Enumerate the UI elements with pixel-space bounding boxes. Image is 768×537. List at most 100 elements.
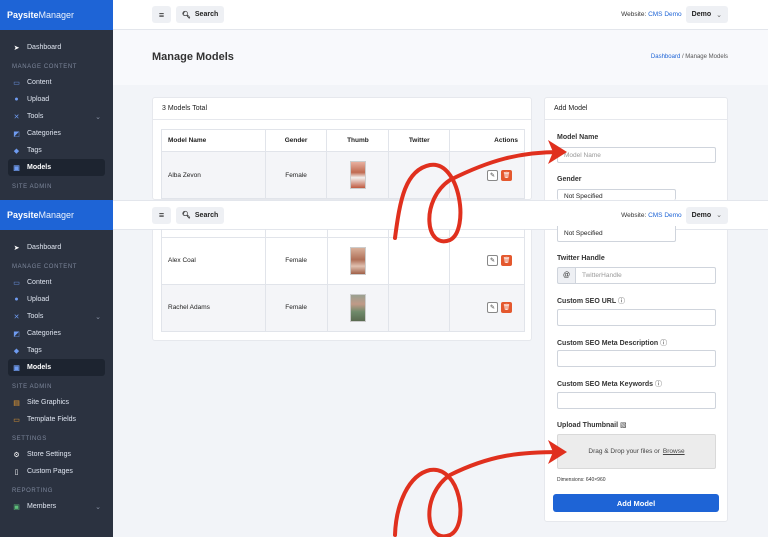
chevron-down-icon: ⌄ — [95, 313, 101, 321]
sidebar-item-dashboard[interactable]: ➤ Dashboard — [8, 39, 105, 56]
hamburger-icon: ≡ — [158, 210, 165, 220]
sidebar-item-content[interactable]: ▭ Content — [8, 74, 105, 91]
tag-icon: ◆ — [13, 347, 20, 355]
brand-logo[interactable]: Paysite Manager — [0, 200, 113, 230]
sidebar-item-categories[interactable]: ◩ Categories — [8, 125, 105, 142]
model-thumbnail[interactable] — [349, 246, 366, 275]
help-icon[interactable]: ⓘ — [660, 340, 667, 347]
file-icon: ▤ — [13, 399, 20, 407]
page-icon: ▯ — [14, 468, 19, 476]
edit-button[interactable]: ✎ — [487, 302, 498, 313]
search-button[interactable]: 🔍︎ Search — [176, 206, 225, 224]
sidebar-item-tools[interactable]: ✕ Tools ⌄ — [8, 108, 105, 125]
sidebar: Paysite Manager ➤ Dashboard MANAGE CONTENT… — [0, 200, 113, 537]
brand-logo[interactable]: Paysite Manager — [0, 0, 113, 30]
gender-select[interactable]: Not Specified — [557, 189, 676, 200]
edit-button[interactable]: ✎ — [487, 255, 498, 266]
col-twitter[interactable]: Twitter — [388, 129, 451, 152]
sidebar-item-store-settings[interactable]: ⚙ Store Settings — [8, 446, 105, 463]
table-row[interactable]: Alba Zevon Female ✎ 🗑︎ — [161, 151, 525, 199]
top-bar: ≡ 🔍︎ Search Website: CMS Demo Demo ⌄ — [113, 0, 768, 30]
delete-button[interactable]: 🗑︎ — [501, 302, 512, 313]
model-name-label: Model Name — [557, 134, 599, 141]
seo-description-input[interactable] — [557, 350, 716, 367]
upload-thumbnail-label: Upload Thumbnail ▧ — [557, 422, 627, 429]
pencil-icon: ✎ — [489, 172, 496, 179]
image-icon: ▭ — [13, 79, 20, 87]
model-name: Alba Zevon — [161, 151, 266, 199]
browse-link[interactable]: Browse — [663, 448, 685, 455]
trash-icon: 🗑︎ — [502, 305, 511, 311]
model-twitter — [388, 236, 451, 285]
chevron-down-icon: ⌄ — [716, 212, 722, 219]
model-twitter — [388, 151, 451, 199]
tag-icon: ◆ — [13, 147, 20, 155]
gear-icon: ⚙ — [13, 451, 20, 459]
twitter-handle-input[interactable]: TwitterHandle — [575, 267, 716, 284]
upload-icon: ● — [14, 296, 19, 303]
dimensions-hint: Dimensions: 640×960 — [557, 477, 606, 483]
account-dropdown[interactable]: Demo ⌄ — [685, 6, 728, 23]
categories-icon: ◩ — [13, 330, 20, 338]
table-header: Model Name Gender Thumb Twitter Actions — [161, 129, 525, 152]
delete-button[interactable]: 🗑︎ — [501, 169, 512, 181]
sidebar-item-tools[interactable]: ✕ Tools ⌄ — [8, 308, 105, 325]
section-heading: SITE ADMIN — [12, 184, 53, 190]
model-name-input[interactable]: Model Name — [557, 147, 716, 163]
navigation-arrow-icon: ➤ — [13, 244, 20, 252]
model-thumbnail[interactable] — [349, 161, 366, 189]
help-icon[interactable]: ⓘ — [655, 381, 662, 388]
sidebar-item-models[interactable]: ▣ Models — [8, 159, 105, 176]
members-icon: ▣ — [13, 503, 20, 511]
breadcrumb-dashboard[interactable]: Dashboard — [651, 54, 680, 60]
seo-description-label: Custom SEO Meta Description ⓘ — [557, 340, 668, 347]
col-gender[interactable]: Gender — [264, 129, 328, 152]
sidebar-item-members[interactable]: ▣ Members ⌄ — [8, 498, 105, 515]
sidebar-item-upload[interactable]: ● Upload — [8, 91, 105, 108]
add-model-button[interactable]: Add Model — [553, 494, 719, 512]
hamburger-icon: ≡ — [158, 9, 165, 20]
website-link[interactable]: CMS Demo — [648, 212, 682, 219]
sidebar-item-categories[interactable]: ◩ Categories — [8, 325, 105, 342]
sidebar-item-template-fields[interactable]: ▭ Template Fields — [8, 411, 105, 428]
seo-url-input[interactable] — [557, 309, 716, 326]
twitter-at-prefix: @ — [557, 267, 575, 284]
tools-icon: ✕ — [13, 313, 20, 321]
sidebar-item-tags[interactable]: ◆ Tags — [8, 142, 105, 159]
navigation-arrow-icon: ➤ — [13, 44, 20, 52]
sidebar-top-capture: Paysite Manager ➤ Dashboard MANAGE CONTENT… — [0, 0, 113, 200]
trash-icon: 🗑︎ — [502, 172, 511, 179]
chevron-down-icon: ⌄ — [95, 113, 101, 121]
delete-button[interactable]: 🗑︎ — [501, 255, 512, 266]
gender-select-continued[interactable]: Not Specified — [557, 226, 676, 242]
sidebar-item-dashboard[interactable]: ➤ Dashboard — [8, 239, 105, 256]
table-row[interactable]: Alex Coal Female ✎ 🗑︎ — [161, 236, 525, 285]
section-heading: SITE ADMIN — [12, 384, 53, 390]
search-icon: 🔍︎ — [182, 11, 191, 19]
model-thumbnail[interactable] — [349, 293, 366, 322]
sidebar-item-models[interactable]: ▣ Models — [8, 359, 105, 376]
chevron-down-icon: ⌄ — [95, 503, 101, 511]
sidebar-item-site-graphics[interactable]: ▤ Site Graphics — [8, 394, 105, 411]
models-table: Model Name Gender Thumb Twitter Actions … — [161, 129, 525, 199]
sidebar-item-upload[interactable]: ● Upload — [8, 291, 105, 308]
website-link[interactable]: CMS Demo — [648, 11, 682, 18]
sidebar-item-content[interactable]: ▭ Content — [8, 274, 105, 291]
search-icon: 🔍︎ — [182, 212, 191, 219]
menu-toggle-button[interactable]: ≡ — [152, 206, 171, 224]
help-icon[interactable]: ⓘ — [618, 298, 625, 305]
col-model-name[interactable]: Model Name — [161, 129, 266, 152]
edit-button[interactable]: ✎ — [487, 169, 498, 181]
menu-toggle-button[interactable]: ≡ — [152, 6, 171, 23]
page-title: Manage Models — [152, 51, 234, 63]
search-button[interactable]: 🔍︎ Search — [176, 6, 225, 23]
upload-dropzone[interactable]: Drag & Drop your files or Browse — [557, 434, 716, 469]
categories-icon: ◩ — [13, 130, 20, 138]
seo-keywords-input[interactable] — [557, 392, 716, 409]
table-row[interactable]: Rachel Adams Female ✎ 🗑︎ — [161, 283, 525, 332]
sidebar-item-tags[interactable]: ◆ Tags — [8, 342, 105, 359]
add-model-title: Add Model — [545, 98, 727, 120]
breadcrumb: Dashboard / Manage Models — [650, 54, 728, 60]
account-dropdown[interactable]: Demo ⌄ — [685, 206, 728, 224]
sidebar-item-custom-pages[interactable]: ▯ Custom Pages — [8, 463, 105, 480]
